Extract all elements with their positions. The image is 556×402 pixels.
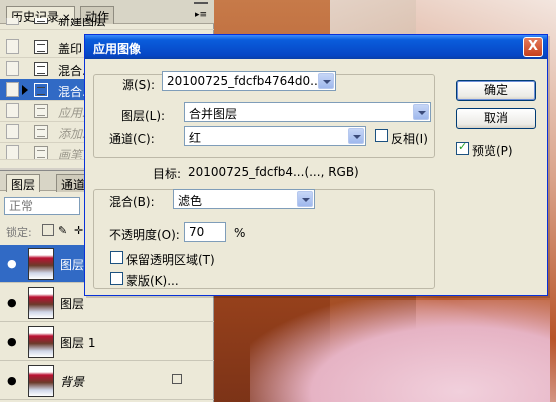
channel-label: 通道(C): bbox=[109, 132, 155, 146]
target-value: 20100725_fdcfb4...(..., RGB) bbox=[188, 165, 359, 179]
dialog-titlebar[interactable]: 应用图像 X bbox=[85, 35, 547, 59]
history-item-label: 画笔 bbox=[58, 148, 83, 160]
cancel-button[interactable]: 取消 bbox=[456, 108, 536, 129]
eye-icon[interactable]: ● bbox=[7, 374, 17, 387]
layer-name: 背景 bbox=[60, 375, 85, 389]
apply-image-dialog: 应用图像 X 源(S): 20100725_fdcfb4764d0... 图层(… bbox=[84, 34, 548, 296]
chevron-down-icon[interactable] bbox=[318, 73, 334, 89]
invert-label: 反相(I) bbox=[391, 132, 428, 146]
history-state-icon bbox=[34, 62, 48, 76]
tab-layers[interactable]: 图层 bbox=[6, 174, 41, 192]
channel-value: 红 bbox=[189, 131, 202, 145]
preserve-transparency-label: 保留透明区域(T) bbox=[126, 253, 215, 267]
history-item-label: 新建图层 bbox=[58, 18, 107, 28]
history-current-arrow-icon bbox=[22, 85, 28, 95]
close-icon: X bbox=[527, 39, 539, 54]
history-state-icon bbox=[34, 18, 48, 24]
channel-select[interactable]: 红 bbox=[184, 126, 366, 146]
chevron-down-icon[interactable] bbox=[297, 191, 313, 207]
source-select[interactable]: 20100725_fdcfb4764d0... bbox=[162, 71, 336, 91]
cancel-button-label: 取消 bbox=[483, 111, 508, 125]
history-state-icon bbox=[34, 125, 48, 139]
mask-checkbox[interactable] bbox=[110, 272, 123, 285]
layer-blend-mode-select[interactable]: 正常 bbox=[4, 197, 80, 215]
layer-blend-mode-value: 正常 bbox=[9, 199, 34, 213]
layer-thumbnail bbox=[28, 248, 54, 280]
blend-value: 滤色 bbox=[178, 194, 203, 208]
history-state-icon bbox=[34, 146, 48, 159]
lock-transparency-icon[interactable] bbox=[42, 224, 54, 236]
layer-row[interactable]: ● 图层 1 bbox=[0, 323, 214, 361]
chevron-down-icon[interactable] bbox=[348, 128, 364, 144]
layer-thumbnail bbox=[28, 365, 54, 397]
layer-value: 合并图层 bbox=[189, 107, 238, 121]
opacity-unit: % bbox=[234, 226, 246, 240]
opacity-input[interactable]: 70 bbox=[184, 222, 226, 242]
layer-label: 图层(L): bbox=[121, 109, 166, 123]
opacity-label: 不透明度(O): bbox=[109, 228, 180, 242]
history-state-icon bbox=[34, 104, 48, 118]
blend-select[interactable]: 滤色 bbox=[173, 189, 315, 209]
tab-layers-label: 图层 bbox=[11, 178, 36, 192]
preview-label: 预览(P) bbox=[472, 144, 513, 158]
lock-icon bbox=[172, 374, 182, 384]
history-source-checkbox[interactable] bbox=[6, 82, 19, 97]
layer-row[interactable]: ● 背景 bbox=[0, 362, 214, 400]
eye-icon[interactable]: ● bbox=[7, 257, 17, 270]
history-state-icon bbox=[34, 40, 48, 54]
invert-checkbox[interactable] bbox=[375, 129, 388, 142]
lock-label: 锁定: bbox=[6, 226, 32, 239]
layer-name: 图层 bbox=[60, 258, 85, 272]
history-source-checkbox[interactable] bbox=[6, 18, 19, 25]
eye-icon[interactable]: ● bbox=[7, 335, 17, 348]
dialog-title: 应用图像 bbox=[93, 42, 142, 56]
layer-thumbnail bbox=[28, 287, 54, 319]
history-source-checkbox[interactable] bbox=[6, 39, 19, 54]
source-value: 20100725_fdcfb4764d0... bbox=[167, 74, 322, 88]
lock-brush-icon[interactable]: ✎ bbox=[58, 224, 70, 237]
layer-name: 图层 bbox=[60, 297, 85, 311]
photo-clothing bbox=[250, 300, 550, 402]
eye-icon[interactable]: ● bbox=[7, 296, 17, 309]
mask-label: 蒙版(K)... bbox=[126, 274, 179, 288]
source-label: 源(S): bbox=[122, 78, 156, 92]
history-source-checkbox[interactable] bbox=[6, 61, 19, 76]
layer-thumbnail bbox=[28, 326, 54, 358]
close-button[interactable]: X bbox=[523, 37, 543, 57]
preserve-transparency-checkbox[interactable] bbox=[110, 251, 123, 264]
history-source-checkbox[interactable] bbox=[6, 103, 19, 118]
chevron-down-icon[interactable] bbox=[413, 104, 429, 120]
history-state-icon bbox=[34, 83, 48, 97]
tab-channels-label: 通道 bbox=[61, 178, 86, 192]
ok-button[interactable]: 确定 bbox=[456, 80, 536, 101]
ok-button-label: 确定 bbox=[483, 83, 508, 97]
history-item[interactable]: 新建图层 bbox=[0, 18, 214, 30]
layer-name: 图层 1 bbox=[60, 336, 96, 350]
history-source-checkbox[interactable] bbox=[6, 145, 19, 159]
history-item-label: 盖印 bbox=[58, 42, 83, 56]
history-source-checkbox[interactable] bbox=[6, 124, 19, 139]
panel-minimize-icon[interactable] bbox=[194, 2, 208, 8]
opacity-value: 70 bbox=[189, 225, 205, 239]
preview-checkbox[interactable] bbox=[456, 140, 469, 155]
layer-select[interactable]: 合并图层 bbox=[184, 102, 431, 122]
target-label: 目标: bbox=[153, 167, 182, 181]
blend-label: 混合(B): bbox=[109, 195, 155, 209]
